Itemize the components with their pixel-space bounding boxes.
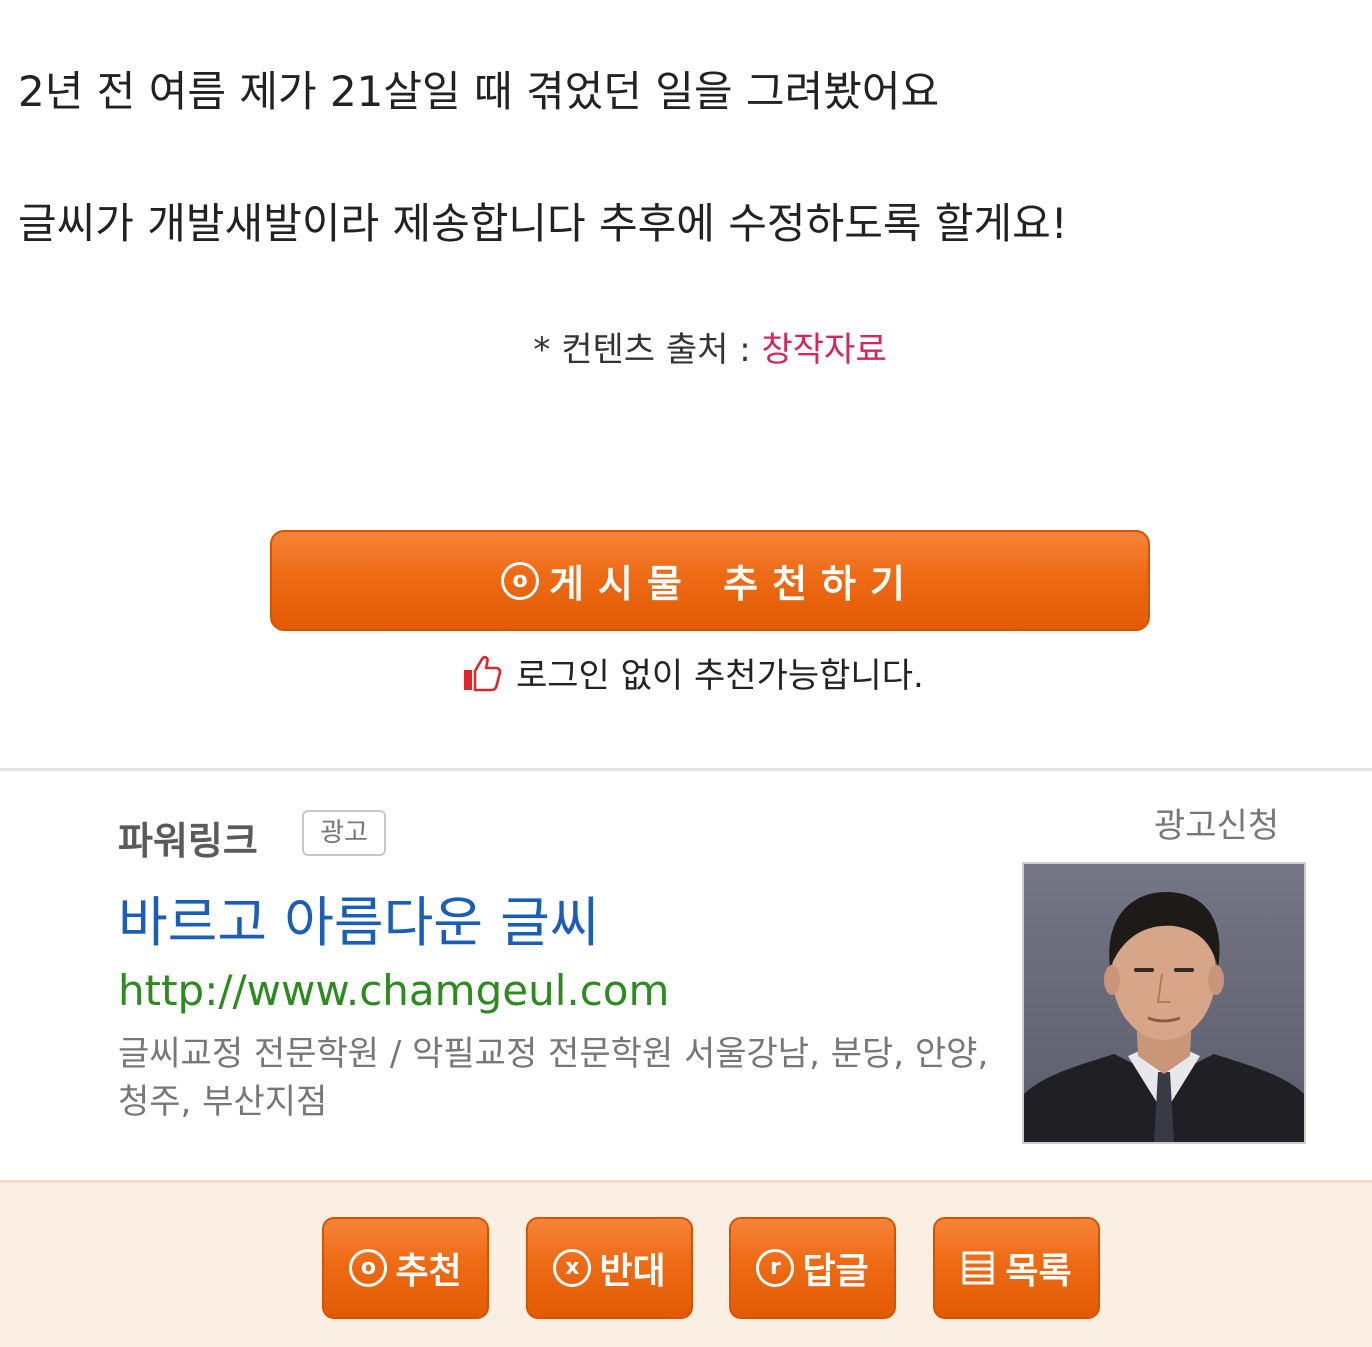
circle-o-icon: o	[501, 561, 540, 600]
no-login-text: 로그인 없이 추천가능합니다.	[516, 656, 924, 696]
list-button-label: 목록	[1005, 1251, 1072, 1292]
circle-r-icon: r	[756, 1249, 795, 1287]
circle-x-icon: x	[553, 1249, 592, 1287]
content-source-value[interactable]: 창작자료	[761, 330, 886, 370]
reply-button-label: 답글	[802, 1251, 869, 1292]
thumbs-up-icon	[464, 655, 502, 691]
ad-description: 글씨교정 전문학원 / 악필교정 전문학원 서울강남, 분당, 안양, 청주, …	[118, 1034, 989, 1122]
post-text-line: 2년 전 여름 제가 21살일 때 겪었던 일을 그려봤어요	[18, 67, 940, 116]
content-source-label: * 컨텐츠 출처 :	[533, 330, 762, 370]
circle-o-icon: o	[349, 1249, 388, 1287]
portrait-photo	[1024, 864, 1304, 1142]
list-icon	[962, 1251, 994, 1285]
powerlink-label: 파워링크	[118, 819, 258, 863]
ad-badge: 광고	[302, 810, 386, 856]
post-text-line: 글씨가 개발새발이라 제송합니다 추후에 수정하도록 할게요!	[18, 199, 1068, 248]
ad-title-link[interactable]: 바르고 아름다운 글씨	[118, 878, 599, 957]
ad-request-link[interactable]: 광고신청	[1154, 798, 1279, 847]
ad-portrait-photo[interactable]	[1022, 862, 1306, 1144]
reply-button[interactable]: r 답글	[729, 1217, 896, 1319]
recommend-post-button[interactable]: o 게시물 추천하기	[270, 530, 1150, 631]
bottom-action-bar: o 추천 x 반대 r 답글 목록	[0, 1180, 1372, 1347]
recommend-button-label: 추천	[395, 1251, 462, 1292]
content-source: * 컨텐츠 출처 : 창작자료	[0, 322, 1372, 371]
ad-url-link[interactable]: http://www.chamgeul.com	[118, 966, 669, 1015]
recommend-button[interactable]: o 추천	[322, 1217, 489, 1319]
oppose-button-label: 반대	[599, 1251, 666, 1292]
oppose-button[interactable]: x 반대	[526, 1217, 693, 1319]
recommend-post-label: 게시물 추천하기	[549, 562, 919, 606]
ad-divider	[0, 768, 1372, 771]
no-login-note: 로그인 없이 추천가능합니다.	[462, 648, 924, 697]
list-button[interactable]: 목록	[933, 1217, 1100, 1319]
post-page: 2년 전 여름 제가 21살일 때 겪었던 일을 그려봤어요 글씨가 개발새발이…	[0, 0, 1372, 1347]
